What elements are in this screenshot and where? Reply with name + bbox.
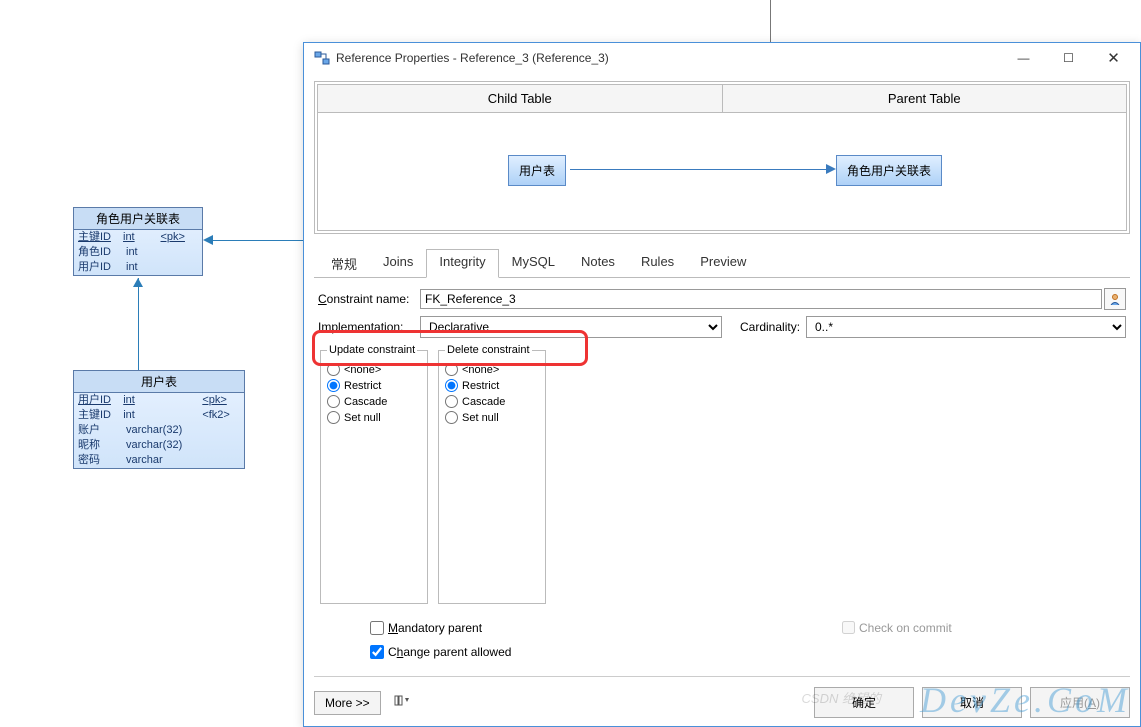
tab-integrity[interactable]: Integrity [426, 249, 498, 278]
delete-setnull[interactable]: Set null [445, 411, 539, 424]
er-table-title: 用户表 [74, 371, 244, 393]
button-bar: More >> 确定 取消 应用(A) [314, 676, 1130, 718]
cancel-button[interactable]: 取消 [922, 687, 1022, 718]
change-parent-check[interactable]: Change parent allowed [366, 642, 1126, 662]
cardinality-select[interactable]: 0..* [806, 316, 1126, 338]
tab-mysql[interactable]: MySQL [499, 249, 568, 278]
tabs: 常规 Joins Integrity MySQL Notes Rules Pre… [314, 248, 1130, 278]
delete-constraint-legend: Delete constraint [445, 344, 532, 356]
mini-parent-box[interactable]: 角色用户关联表 [836, 155, 942, 186]
delete-none[interactable]: <none> [445, 363, 539, 376]
er-table-user[interactable]: 用户表 用户IDint<pk> 主键IDint<fk2> 账户varchar(3… [73, 370, 245, 469]
update-constraint-legend: Update constraint [327, 344, 417, 356]
integrity-panel: Constraint name: Implementation: Declara… [314, 278, 1130, 670]
tab-preview[interactable]: Preview [687, 249, 759, 278]
er-arrowhead-up [133, 278, 143, 287]
reference-properties-dialog: Reference Properties - Reference_3 (Refe… [303, 42, 1141, 727]
dropdown-tool-icon[interactable] [389, 692, 415, 713]
delete-restrict[interactable]: Restrict [445, 379, 539, 392]
er-table-role-user[interactable]: 角色用户关联表 主键IDint<pk> 角色IDint 用户IDint [73, 207, 203, 276]
update-setnull[interactable]: Set null [327, 411, 421, 424]
more-button[interactable]: More >> [314, 691, 381, 715]
apply-button[interactable]: 应用(A) [1030, 687, 1130, 718]
check-on-commit[interactable]: Check on commit [838, 618, 952, 637]
update-constraint-group: Update constraint <none> Restrict Cascad… [320, 344, 428, 604]
tab-joins[interactable]: Joins [370, 249, 426, 278]
update-restrict[interactable]: Restrict [327, 379, 421, 392]
minimize-button[interactable]: — [1001, 44, 1046, 72]
tab-notes[interactable]: Notes [568, 249, 628, 278]
implementation-select[interactable]: Declarative [420, 316, 722, 338]
child-table-tab[interactable]: Child Table [317, 84, 722, 113]
constraint-name-input[interactable] [420, 289, 1102, 309]
mini-arrow-tip [826, 164, 836, 174]
delete-cascade[interactable]: Cascade [445, 395, 539, 408]
bottom-checks: Mandatory parent Change parent allowed C… [318, 618, 1126, 662]
dialog-title: Reference Properties - Reference_3 (Refe… [336, 51, 1001, 65]
delete-constraint-group: Delete constraint <none> Restrict Cascad… [438, 344, 546, 604]
titlebar[interactable]: Reference Properties - Reference_3 (Refe… [304, 43, 1140, 73]
mini-child-box[interactable]: 用户表 [508, 155, 566, 186]
er-connector-h [212, 240, 304, 241]
dialog-body: Child Table Parent Table 用户表 角色用户关联表 常规 … [304, 73, 1140, 678]
close-button[interactable]: ✕ [1091, 44, 1136, 72]
user-icon-button[interactable] [1104, 288, 1126, 310]
table-preview-frame: Child Table Parent Table 用户表 角色用户关联表 [314, 81, 1130, 234]
update-none[interactable]: <none> [327, 363, 421, 376]
tab-general[interactable]: 常规 [318, 249, 370, 278]
er-connector [138, 278, 139, 370]
er-table-title: 角色用户关联表 [74, 208, 202, 230]
mini-diagram: 用户表 角色用户关联表 [317, 113, 1127, 231]
watermark-csdn: CSDN 绝望的 [802, 688, 881, 707]
maximize-button[interactable]: ☐ [1046, 44, 1091, 72]
update-cascade[interactable]: Cascade [327, 395, 421, 408]
er-arrowhead-left [203, 235, 213, 245]
tab-rules[interactable]: Rules [628, 249, 687, 278]
reference-icon [314, 50, 330, 66]
parent-table-tab[interactable]: Parent Table [722, 84, 1128, 113]
mini-arrow [570, 169, 826, 170]
constraint-name-label: Constraint name: [318, 292, 420, 306]
mandatory-parent-check[interactable]: Mandatory parent [366, 618, 1126, 638]
cardinality-label: Cardinality: [740, 320, 806, 334]
implementation-label: Implementation: [318, 320, 420, 334]
